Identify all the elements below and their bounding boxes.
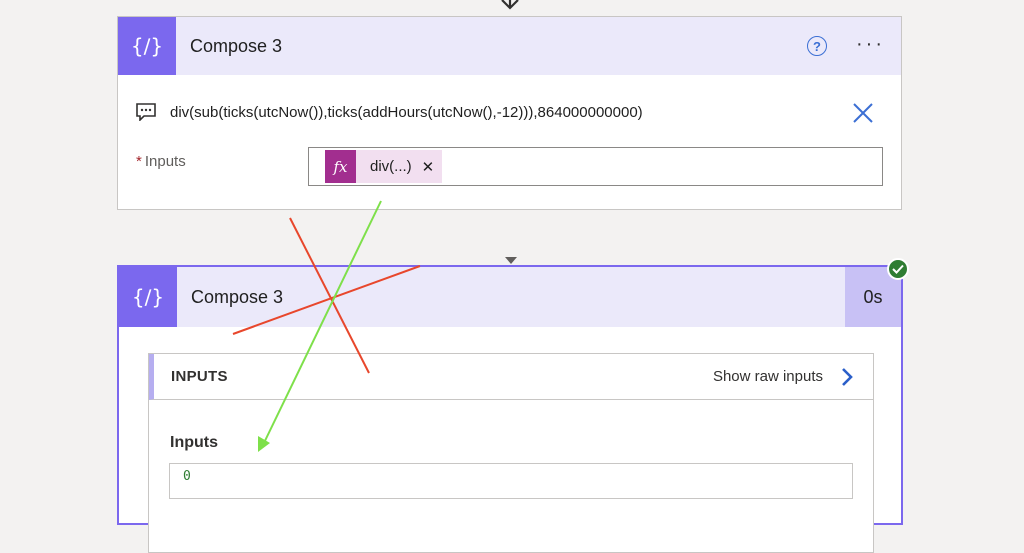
close-icon[interactable] xyxy=(851,101,875,125)
inputs-section: INPUTS Show raw inputs Inputs 0 xyxy=(148,353,874,553)
card-header[interactable]: {∕} Compose 3 0s xyxy=(119,267,901,327)
help-icon[interactable]: ? xyxy=(807,36,827,56)
more-options-icon[interactable]: ··· xyxy=(856,33,885,56)
token-label[interactable]: div(...) xyxy=(370,158,412,175)
show-raw-inputs-link[interactable]: Show raw inputs xyxy=(713,368,823,385)
connector-arrow-icon xyxy=(505,257,517,264)
token-remove-button[interactable]: ✕ xyxy=(422,158,435,176)
compose-action-card-run[interactable]: {∕} Compose 3 0s INPUTS Show raw inputs … xyxy=(117,265,903,553)
inputs-field[interactable]: fx div(...) ✕ xyxy=(308,147,883,186)
inputs-section-header: INPUTS Show raw inputs xyxy=(149,354,873,400)
inputs-output-label: Inputs xyxy=(170,434,218,451)
down-arrow-icon xyxy=(501,0,519,10)
required-mark: * xyxy=(136,153,142,170)
card-header[interactable]: {∕} Compose 3 ? ··· xyxy=(118,17,901,75)
expression-text: div(sub(ticks(utcNow()),ticks(addHours(u… xyxy=(170,103,643,121)
fx-icon: fx xyxy=(325,150,356,183)
comment-icon xyxy=(136,103,156,121)
action-title[interactable]: Compose 3 xyxy=(190,36,282,57)
compose-action-card-edit[interactable]: {∕} Compose 3 ? ··· div(sub(ticks(utcNow… xyxy=(117,16,902,210)
expression-row: div(sub(ticks(utcNow()),ticks(addHours(u… xyxy=(136,103,643,121)
compose-icon: {∕} xyxy=(119,267,177,327)
chevron-right-icon[interactable] xyxy=(839,366,855,388)
section-title: INPUTS xyxy=(171,368,228,385)
inputs-label-text: Inputs xyxy=(144,153,186,170)
action-title[interactable]: Compose 3 xyxy=(191,287,283,308)
compose-icon: {∕} xyxy=(118,17,176,75)
inputs-value: 0 xyxy=(169,463,853,499)
expression-token[interactable]: fx div(...) ✕ xyxy=(325,150,443,183)
checkmark-icon xyxy=(887,258,909,280)
inputs-field-label: * Inputs xyxy=(136,153,186,170)
